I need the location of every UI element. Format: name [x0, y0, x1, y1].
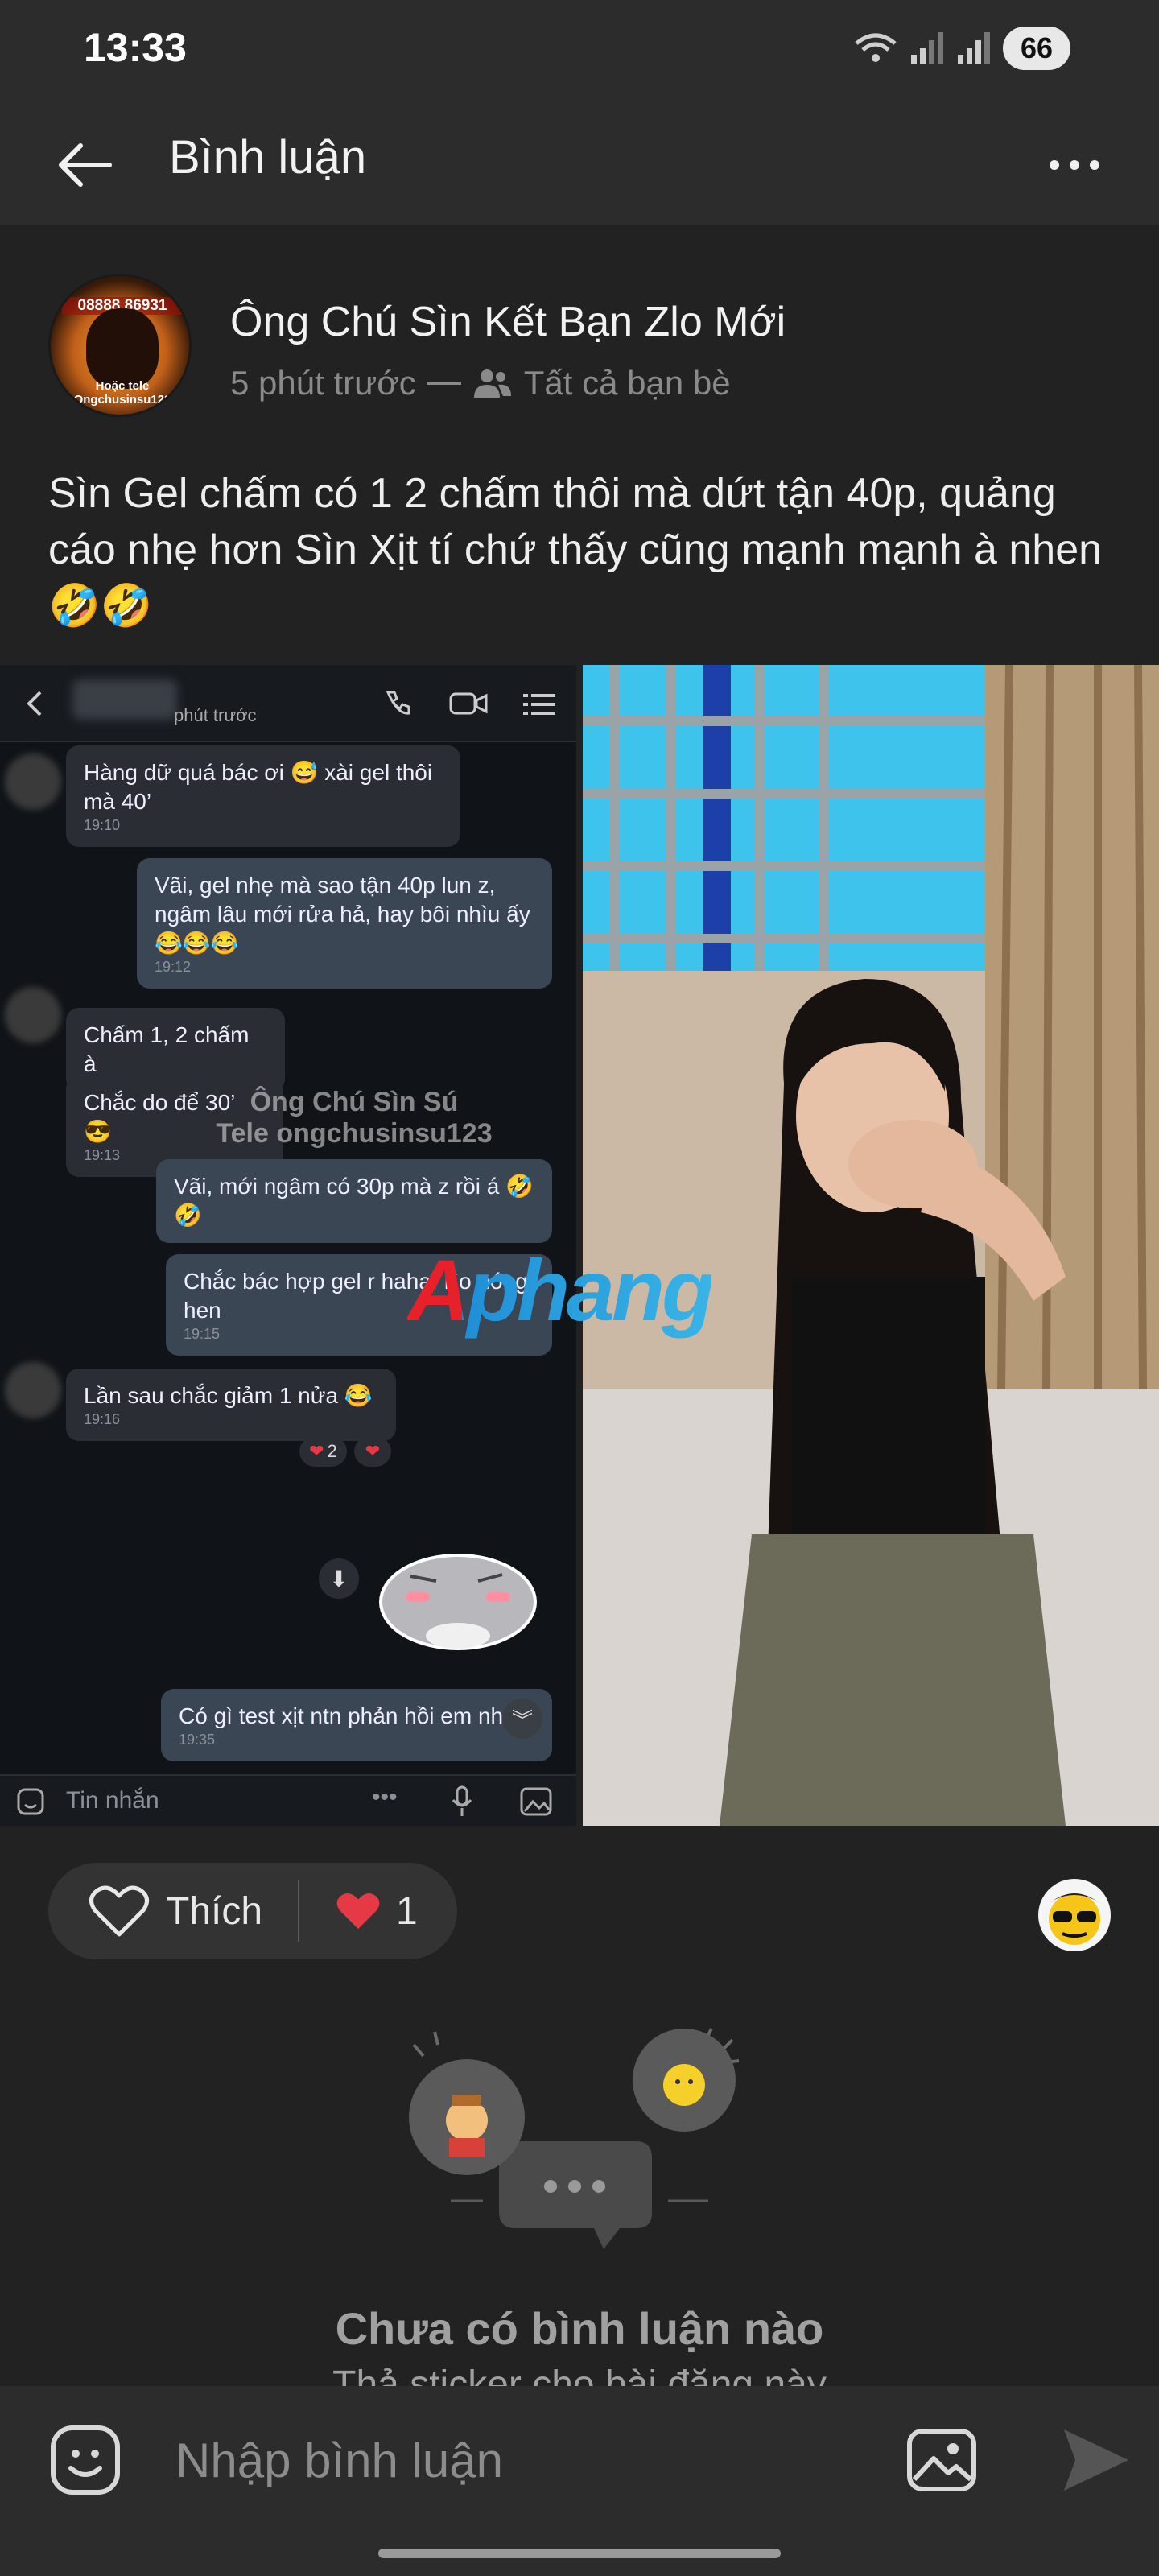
- comment-input[interactable]: Nhập bình luận: [175, 2433, 503, 2488]
- sticker-image: [379, 1554, 537, 1650]
- status-icons: 66: [853, 24, 1070, 72]
- post-header: 08888.86931 Hoặc tele Ongchusinsu123 Ông…: [0, 225, 1159, 435]
- watermark-line2: Tele ongchusinsu123: [216, 1118, 493, 1149]
- post-audience: Tất cả bạn bè: [523, 364, 731, 402]
- page-title: Bình luận: [169, 131, 367, 184]
- empty-state-title: Chưa có bình luận nào: [335, 2303, 824, 2354]
- microphone-icon: [452, 1785, 472, 1816]
- heart-filled-icon: [336, 1893, 380, 1930]
- post-action-row: Thích 1: [0, 1843, 1159, 1964]
- meta-separator: [427, 382, 461, 385]
- no-comments-illustration: [409, 2028, 740, 2249]
- heart-outline-icon: [89, 1885, 149, 1937]
- chevron-left-icon: [27, 691, 42, 716]
- avatar-tele-text: Hoặc tele Ongchusinsu123: [57, 379, 188, 407]
- more-horizontal-icon: [1050, 160, 1099, 170]
- chat-message: Hàng dữ quá bác ơi 😅 xài gel thôi mà 40’…: [66, 745, 460, 847]
- signal-icon-2: [958, 32, 990, 64]
- like-label: Thích: [166, 1889, 263, 1933]
- phone-icon: [386, 691, 410, 715]
- chat-message-text: Có gì test xịt ntn phản hồi em nh: [179, 1703, 504, 1728]
- more-options-button[interactable]: [1038, 129, 1111, 201]
- chat-screenshot-header: phút trước: [0, 665, 576, 742]
- sticker-icon: [17, 1788, 44, 1815]
- like-button[interactable]: Thích: [48, 1863, 298, 1959]
- chat-message-text: Lần sau chắc giảm 1 nửa 😂: [84, 1383, 373, 1408]
- reaction-count: 1: [396, 1889, 418, 1933]
- arrow-left-icon: [59, 143, 112, 187]
- chat-input-placeholder: Tin nhắn: [66, 1787, 159, 1814]
- chat-avatar-blurred: [5, 753, 61, 810]
- avatar-tele-line2: Ongchusinsu123: [73, 393, 171, 407]
- avatar-tele-line1: Hoặc tele: [95, 379, 150, 393]
- signal-icon: [911, 32, 943, 64]
- reaction-summary[interactable]: 1: [299, 1889, 418, 1934]
- download-icon: ⬇: [319, 1558, 359, 1599]
- home-indicator[interactable]: [378, 2549, 781, 2558]
- chat-message-time: 19:10: [84, 817, 121, 833]
- chat-message-time: 19:35: [179, 1732, 216, 1748]
- image-icon: [520, 1787, 552, 1816]
- chat-message-text: Chấm 1, 2 chấm à: [84, 1022, 250, 1076]
- chat-message-time: 19:16: [84, 1411, 121, 1427]
- author-name[interactable]: Ông Chú Sìn Kết Bạn Zlo Mới: [230, 298, 786, 346]
- chat-input-bar: Tin nhắn •••: [0, 1774, 576, 1826]
- chat-reaction-count: 2: [327, 1441, 337, 1461]
- sticker-button[interactable]: [48, 2423, 122, 2497]
- post-text: Sìn Gel chấm có 1 2 chấm thôi mà dứt tận…: [48, 470, 1103, 630]
- chat-message: Có gì test xịt ntn phản hồi em nh 19:35: [161, 1689, 552, 1761]
- wifi-icon: [855, 33, 897, 62]
- chat-avatar-blurred: [5, 987, 61, 1043]
- chat-header-time: phút trước: [174, 705, 257, 725]
- battery-indicator: 66: [1003, 27, 1070, 70]
- watermark-line1: Ông Chú Sìn Sú: [250, 1087, 459, 1117]
- video-call-icon: [449, 692, 488, 715]
- chat-message-text: Vãi, mới ngâm có 30p mà z rồi á 🤣🤣: [174, 1174, 534, 1228]
- reactor-avatar[interactable]: [1038, 1879, 1111, 1951]
- send-arrow-icon: [1064, 2429, 1128, 2491]
- back-button[interactable]: [48, 129, 121, 201]
- avatar-face: [86, 308, 159, 389]
- image-icon: [907, 2429, 976, 2491]
- chat-message: Vãi, mới ngâm có 30p mà z rồi á 🤣🤣: [156, 1159, 552, 1243]
- post-meta: 5 phút trước Tất cả bạn bè: [230, 364, 731, 402]
- more-horizontal-icon: •••: [372, 1784, 398, 1810]
- chat-avatar-blurred: [5, 1362, 61, 1418]
- author-avatar[interactable]: 08888.86931 Hoặc tele Ongchusinsu123: [48, 274, 192, 417]
- chat-reaction-badge: ❤ 2: [299, 1436, 347, 1467]
- brand-logo-text: Aphang: [407, 1241, 715, 1339]
- chat-message-time: 19:12: [155, 959, 192, 975]
- scroll-down-icon: ︾: [502, 1699, 542, 1739]
- chat-message-text: Hàng dữ quá bác ơi 😅 xài gel thôi mà 40’: [84, 760, 433, 814]
- watermark-text: Ông Chú Sìn Sú Tele ongchusinsu123: [177, 1087, 531, 1150]
- friends-icon: [473, 369, 511, 398]
- sunglasses-emoji-avatar: [1049, 1893, 1100, 1945]
- status-time: 13:33: [84, 25, 187, 70]
- blurred-contact-name: [72, 679, 177, 720]
- comment-bar: Nhập bình luận: [0, 2386, 1159, 2531]
- chat-reaction-heart: ❤: [354, 1436, 391, 1467]
- post-time: 5 phút trước: [230, 364, 416, 402]
- status-bar: 13:33 66: [0, 0, 1159, 97]
- app-bar: Bình luận: [0, 97, 1159, 225]
- sticker-smile-icon: [51, 2425, 120, 2495]
- empty-state-subtitle: Thả sticker cho bài đăng này: [332, 2363, 827, 2386]
- heart-icon: ❤: [309, 1441, 324, 1461]
- attach-image-button[interactable]: [905, 2423, 979, 2497]
- send-button[interactable]: [1058, 2423, 1132, 2497]
- chat-message: Lần sau chắc giảm 1 nửa 😂 19:16: [66, 1368, 396, 1441]
- like-pill: Thích 1: [48, 1863, 457, 1959]
- system-nav-bar: [0, 2531, 1159, 2576]
- chat-message-text: Vãi, gel nhẹ mà sao tận 40p lun z, ngâm …: [155, 873, 530, 956]
- list-menu-icon: [523, 694, 555, 715]
- brand-logo-watermark: Aphang: [407, 1240, 715, 1340]
- chat-message: Vãi, gel nhẹ mà sao tận 40p lun z, ngâm …: [137, 858, 552, 989]
